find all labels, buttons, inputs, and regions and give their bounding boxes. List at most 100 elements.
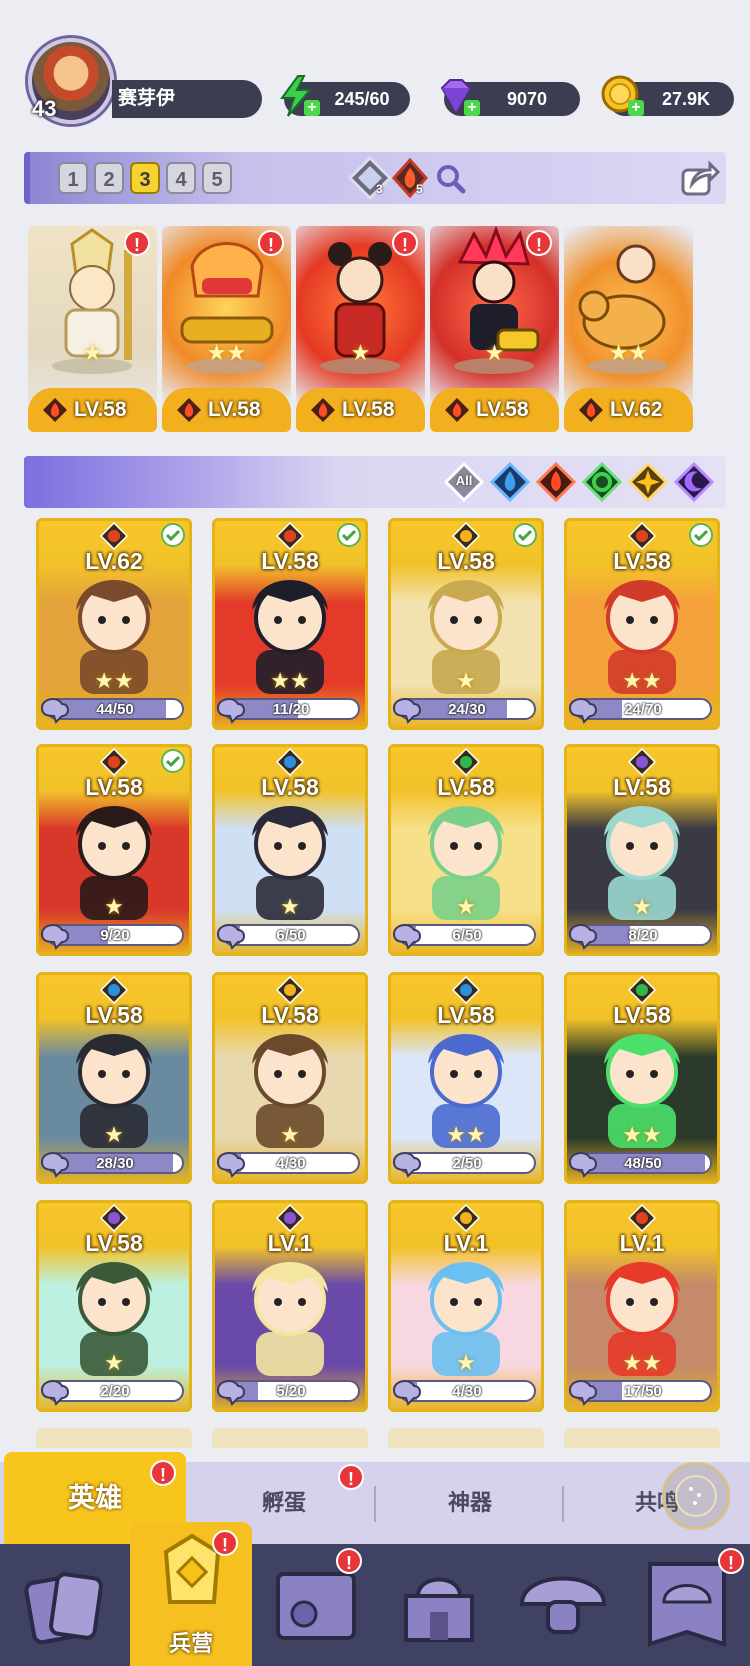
fire-element-icon [43, 398, 67, 422]
hero-stars: ★ [456, 894, 476, 919]
hero-card[interactable]: LV.58 ★★ 2/50 [388, 972, 544, 1184]
add-gems-icon[interactable]: + [464, 100, 480, 116]
share-icon[interactable] [680, 158, 720, 198]
slot-stars: ★ [350, 340, 371, 365]
sparkle-icon [675, 1475, 717, 1517]
dark-element-icon [628, 748, 656, 776]
hero-level: LV.62 [85, 548, 143, 574]
hero-stars: ★ [280, 894, 300, 919]
hero-card[interactable]: LV.62 ★★ 44/50 [36, 518, 192, 730]
sub-tab-bar: 英雄 ! 孵蛋 ! 神器 共鸣 [0, 1452, 750, 1544]
team-slot-4[interactable]: ★ LV.58 ! [430, 226, 559, 432]
hero-card[interactable]: LV.58 ★ 28/30 [36, 972, 192, 1184]
team-slot-2[interactable]: ★★ LV.58 ! [162, 226, 291, 432]
dark-filter-icon[interactable] [674, 462, 714, 502]
team-slot-5[interactable]: ★★ LV.62 [564, 226, 693, 432]
nav-barracks[interactable]: 兵营 ! [130, 1522, 252, 1666]
shard-icon [568, 1152, 597, 1178]
team-page-4[interactable]: 4 [166, 162, 196, 194]
add-energy-icon[interactable]: + [304, 100, 320, 116]
hero-card[interactable]: LV.58 ★ 2/20 [36, 1200, 192, 1412]
hero-card[interactable]: LV.58 ★★ 11/20 [212, 518, 368, 730]
hero-level: LV.58 [261, 774, 319, 800]
team-slot-1[interactable]: ★ LV.58 ! [28, 226, 157, 432]
hero-stars: ★ [104, 1122, 124, 1147]
filter-all-button[interactable]: All [443, 461, 485, 503]
fire-element-icon [445, 398, 469, 422]
shard-icon [392, 1380, 421, 1406]
light-element-icon [348, 156, 392, 200]
light-element-icon [452, 522, 480, 550]
hero-level: LV.58 [85, 774, 143, 800]
water-element-icon [452, 976, 480, 1004]
nature-filter-icon[interactable] [582, 462, 622, 502]
hero-level: LV.58 [613, 1002, 671, 1028]
bottom-nav-bar: 兵营 ! ! ! [0, 1522, 750, 1666]
hero-card[interactable]: LV.58 ★ 8/20 [564, 744, 720, 956]
nav-map[interactable]: ! [256, 1544, 378, 1666]
nav-guild[interactable]: ! [626, 1544, 748, 1666]
hero-card[interactable]: LV.1 5/20 [212, 1200, 368, 1412]
gold-counter[interactable]: + 27.9K [601, 75, 734, 116]
gem-value: 9070 [506, 89, 548, 109]
hero-card[interactable]: LV.58 ★ 9/20 [36, 744, 192, 956]
hero-stars: ★ [104, 894, 124, 919]
team-page-2[interactable]: 2 [94, 162, 124, 194]
hero-level: LV.58 [85, 1230, 143, 1256]
slot-level: LV.58 [430, 388, 559, 432]
nav-mushroom[interactable] [502, 1544, 624, 1666]
hero-level: LV.58 [261, 1002, 319, 1028]
search-icon[interactable] [428, 156, 472, 200]
cards-icon [24, 1572, 103, 1645]
add-gold-icon[interactable]: + [628, 100, 644, 116]
hero-card[interactable]: LV.58 ★ 6/50 [388, 744, 544, 956]
team-slot-3[interactable]: ★ LV.58 ! [296, 226, 425, 432]
hero-stars: ★★ [622, 1122, 662, 1147]
shard-icon [40, 924, 69, 950]
in-team-check-icon [513, 523, 537, 547]
light-filter-icon[interactable] [628, 462, 668, 502]
light-element-icon [276, 976, 304, 1004]
alert-badge: ! [258, 230, 284, 256]
energy-counter[interactable]: + 245/60 [280, 75, 410, 117]
team-page-1[interactable]: 1 [58, 162, 88, 194]
team-page-5[interactable]: 5 [202, 162, 232, 194]
alert-badge: ! [526, 230, 552, 256]
hero-card[interactable]: LV.58 ★ 4/30 [212, 972, 368, 1184]
nature-element-icon [452, 748, 480, 776]
water-filter-icon[interactable] [490, 462, 530, 502]
hero-stars: ★ [632, 894, 652, 919]
light-element-icon [452, 1204, 480, 1232]
team-header: 1 2 3 4 5 3 5 [24, 152, 726, 204]
hero-stars: ★ [456, 1350, 476, 1375]
light-count: 3 [376, 182, 383, 196]
hero-card[interactable]: LV.58 ★★ 24/70 [564, 518, 720, 730]
player-name[interactable]: 赛芽伊 [112, 80, 262, 118]
shard-icon [392, 698, 421, 724]
hero-card[interactable]: LV.58 ★ 6/50 [212, 744, 368, 956]
shard-icon [568, 924, 597, 950]
fire-filter-icon[interactable] [536, 462, 576, 502]
hero-card[interactable]: LV.1 ★★ 17/50 [564, 1200, 720, 1412]
slot-level: LV.62 [564, 388, 693, 432]
tab-artifact[interactable]: 神器 [378, 1462, 562, 1544]
gem-counter[interactable]: + 9070 [440, 79, 580, 116]
hero-card[interactable]: LV.1 ★ 4/30 [388, 1200, 544, 1412]
fire-element-icon [391, 157, 429, 199]
hero-card[interactable]: LV.58 ★ 24/30 [388, 518, 544, 730]
water-element-icon [100, 976, 128, 1004]
nav-castle[interactable] [378, 1544, 500, 1666]
hero-level: LV.1 [619, 1230, 665, 1256]
dark-element-icon [276, 1204, 304, 1232]
avatar[interactable]: 43 [28, 38, 120, 130]
hero-tab-alert-badge: ! [150, 1460, 176, 1486]
floating-assist-button[interactable] [662, 1462, 730, 1530]
slot-level-text: LV.62 [610, 398, 663, 421]
shard-icon [568, 698, 597, 724]
alert-badge: ! [392, 230, 418, 256]
nav-cards[interactable] [4, 1544, 126, 1666]
hero-card[interactable]: LV.58 ★★ 48/50 [564, 972, 720, 1184]
hero-card-partial [388, 1428, 544, 1448]
team-page-3[interactable]: 3 [130, 162, 160, 194]
water-element-icon [276, 748, 304, 776]
